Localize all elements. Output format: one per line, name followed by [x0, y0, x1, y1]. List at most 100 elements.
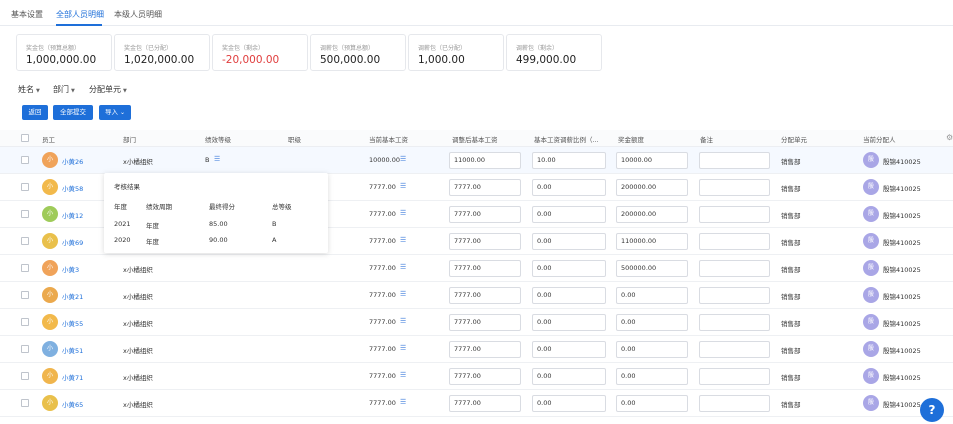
row-checkbox[interactable]: [21, 183, 29, 191]
adjusted-salary-input[interactable]: 7777.00: [449, 206, 521, 223]
list-icon[interactable]: ☰: [400, 371, 406, 379]
list-icon[interactable]: ☰: [400, 290, 406, 298]
list-icon[interactable]: ☰: [400, 209, 406, 217]
filter-allocation-unit[interactable]: 分配单元 ▼: [89, 84, 127, 95]
avatar: 殷: [863, 287, 879, 303]
popover-cell: 年度: [146, 222, 159, 230]
row-checkbox[interactable]: [21, 210, 29, 218]
employee-name-link[interactable]: 小黄65: [62, 399, 83, 409]
row-checkbox[interactable]: [21, 237, 29, 245]
import-button[interactable]: 导入 ⌄: [99, 105, 131, 120]
list-icon[interactable]: ☰: [400, 155, 406, 163]
popover-header: 最终得分: [209, 203, 235, 211]
list-icon[interactable]: ☰: [400, 317, 406, 325]
row-checkbox[interactable]: [21, 345, 29, 353]
remark-input[interactable]: [699, 152, 770, 169]
row-checkbox[interactable]: [21, 372, 29, 380]
popover-cell: 2020: [114, 236, 131, 244]
raise-ratio-input[interactable]: 0.00: [532, 206, 606, 223]
employee-name-link[interactable]: 小黄3: [62, 264, 79, 274]
employee-name-link[interactable]: 小黄21: [62, 291, 83, 301]
adjusted-salary-input[interactable]: 7777.00: [449, 287, 521, 304]
row-checkbox[interactable]: [21, 264, 29, 272]
back-button[interactable]: 返回: [22, 105, 48, 120]
adjusted-salary-input[interactable]: 7777.00: [449, 314, 521, 331]
remark-input[interactable]: [699, 395, 770, 412]
allocation-unit-cell: 销售部: [781, 158, 801, 166]
raise-ratio-input[interactable]: 0.00: [532, 233, 606, 250]
bonus-input[interactable]: 0.00: [616, 314, 688, 331]
row-checkbox[interactable]: [21, 291, 29, 299]
employee-name-link[interactable]: 小黄58: [62, 183, 83, 193]
stat-card-raise-remaining: 调薪包（剩余） 499,000.00: [506, 34, 602, 71]
bonus-input[interactable]: 200000.00: [616, 206, 688, 223]
avatar: 小: [42, 233, 58, 249]
tab-all-staff-detail[interactable]: 全部人员明细: [56, 9, 104, 20]
remark-input[interactable]: [699, 260, 770, 277]
avatar: 殷: [863, 368, 879, 384]
row-checkbox[interactable]: [21, 156, 29, 164]
remark-input[interactable]: [699, 314, 770, 331]
bonus-input[interactable]: 110000.00: [616, 233, 688, 250]
adjusted-salary-input[interactable]: 7777.00: [449, 179, 521, 196]
submit-all-button[interactable]: 全部提交: [53, 105, 93, 120]
remark-input[interactable]: [699, 341, 770, 358]
list-icon[interactable]: ☰: [214, 155, 220, 163]
employee-name-link[interactable]: 小黄51: [62, 345, 83, 355]
list-icon[interactable]: ☰: [400, 236, 406, 244]
employee-name-link[interactable]: 小黄55: [62, 318, 83, 328]
bonus-input[interactable]: 500000.00: [616, 260, 688, 277]
adjusted-salary-input[interactable]: 7777.00: [449, 341, 521, 358]
popover-cell: 90.00: [209, 236, 228, 244]
caret-down-icon: ▼: [71, 88, 75, 94]
adjusted-salary-input[interactable]: 11000.00: [449, 152, 521, 169]
remark-input[interactable]: [699, 179, 770, 196]
remark-input[interactable]: [699, 233, 770, 250]
tab-basic-settings[interactable]: 基本设置: [11, 9, 43, 20]
filter-name[interactable]: 姓名 ▼: [18, 84, 40, 95]
allocation-unit-cell: 销售部: [781, 401, 801, 409]
row-checkbox[interactable]: [21, 399, 29, 407]
list-icon[interactable]: ☰: [400, 344, 406, 352]
raise-ratio-input[interactable]: 0.00: [532, 260, 606, 277]
employee-name-link[interactable]: 小黄71: [62, 372, 83, 382]
employee-name-link[interactable]: 小黄69: [62, 237, 83, 247]
column-header-level: 职级: [288, 136, 301, 144]
gear-icon[interactable]: ⚙: [946, 133, 953, 142]
help-icon[interactable]: ?: [920, 398, 944, 422]
raise-ratio-input[interactable]: 10.00: [532, 152, 606, 169]
raise-ratio-input[interactable]: 0.00: [532, 287, 606, 304]
raise-ratio-input[interactable]: 0.00: [532, 395, 606, 412]
employee-name-link[interactable]: 小黄26: [62, 156, 83, 166]
tab-this-level-detail[interactable]: 本级人员明细: [114, 9, 162, 20]
list-icon[interactable]: ☰: [400, 182, 406, 190]
table-row: 小小黄51 x小橘组织 7777.00 ☰ 7777.00 0.00 0.00 销售部 殷殷锦4…: [0, 336, 953, 363]
employee-name-link[interactable]: 小黄12: [62, 210, 83, 220]
remark-input[interactable]: [699, 206, 770, 223]
list-icon[interactable]: ☰: [400, 398, 406, 406]
popover-cell: 年度: [146, 238, 159, 246]
select-all-checkbox[interactable]: [21, 134, 29, 142]
bonus-input[interactable]: 200000.00: [616, 179, 688, 196]
allocator-name: 殷锦410025: [883, 185, 921, 193]
raise-ratio-input[interactable]: 0.00: [532, 341, 606, 358]
list-icon[interactable]: ☰: [400, 263, 406, 271]
adjusted-salary-input[interactable]: 7777.00: [449, 395, 521, 412]
current-salary-cell: 7777.00: [369, 264, 396, 272]
bonus-input[interactable]: 0.00: [616, 287, 688, 304]
current-salary-cell: 7777.00: [369, 345, 396, 353]
adjusted-salary-input[interactable]: 7777.00: [449, 260, 521, 277]
bonus-input[interactable]: 0.00: [616, 341, 688, 358]
remark-input[interactable]: [699, 368, 770, 385]
raise-ratio-input[interactable]: 0.00: [532, 179, 606, 196]
row-checkbox[interactable]: [21, 318, 29, 326]
remark-input[interactable]: [699, 287, 770, 304]
filter-department[interactable]: 部门 ▼: [53, 84, 75, 95]
raise-ratio-input[interactable]: 0.00: [532, 314, 606, 331]
adjusted-salary-input[interactable]: 7777.00: [449, 368, 521, 385]
adjusted-salary-input[interactable]: 7777.00: [449, 233, 521, 250]
bonus-input[interactable]: 0.00: [616, 395, 688, 412]
raise-ratio-input[interactable]: 0.00: [532, 368, 606, 385]
bonus-input[interactable]: 0.00: [616, 368, 688, 385]
bonus-input[interactable]: 10000.00: [616, 152, 688, 169]
